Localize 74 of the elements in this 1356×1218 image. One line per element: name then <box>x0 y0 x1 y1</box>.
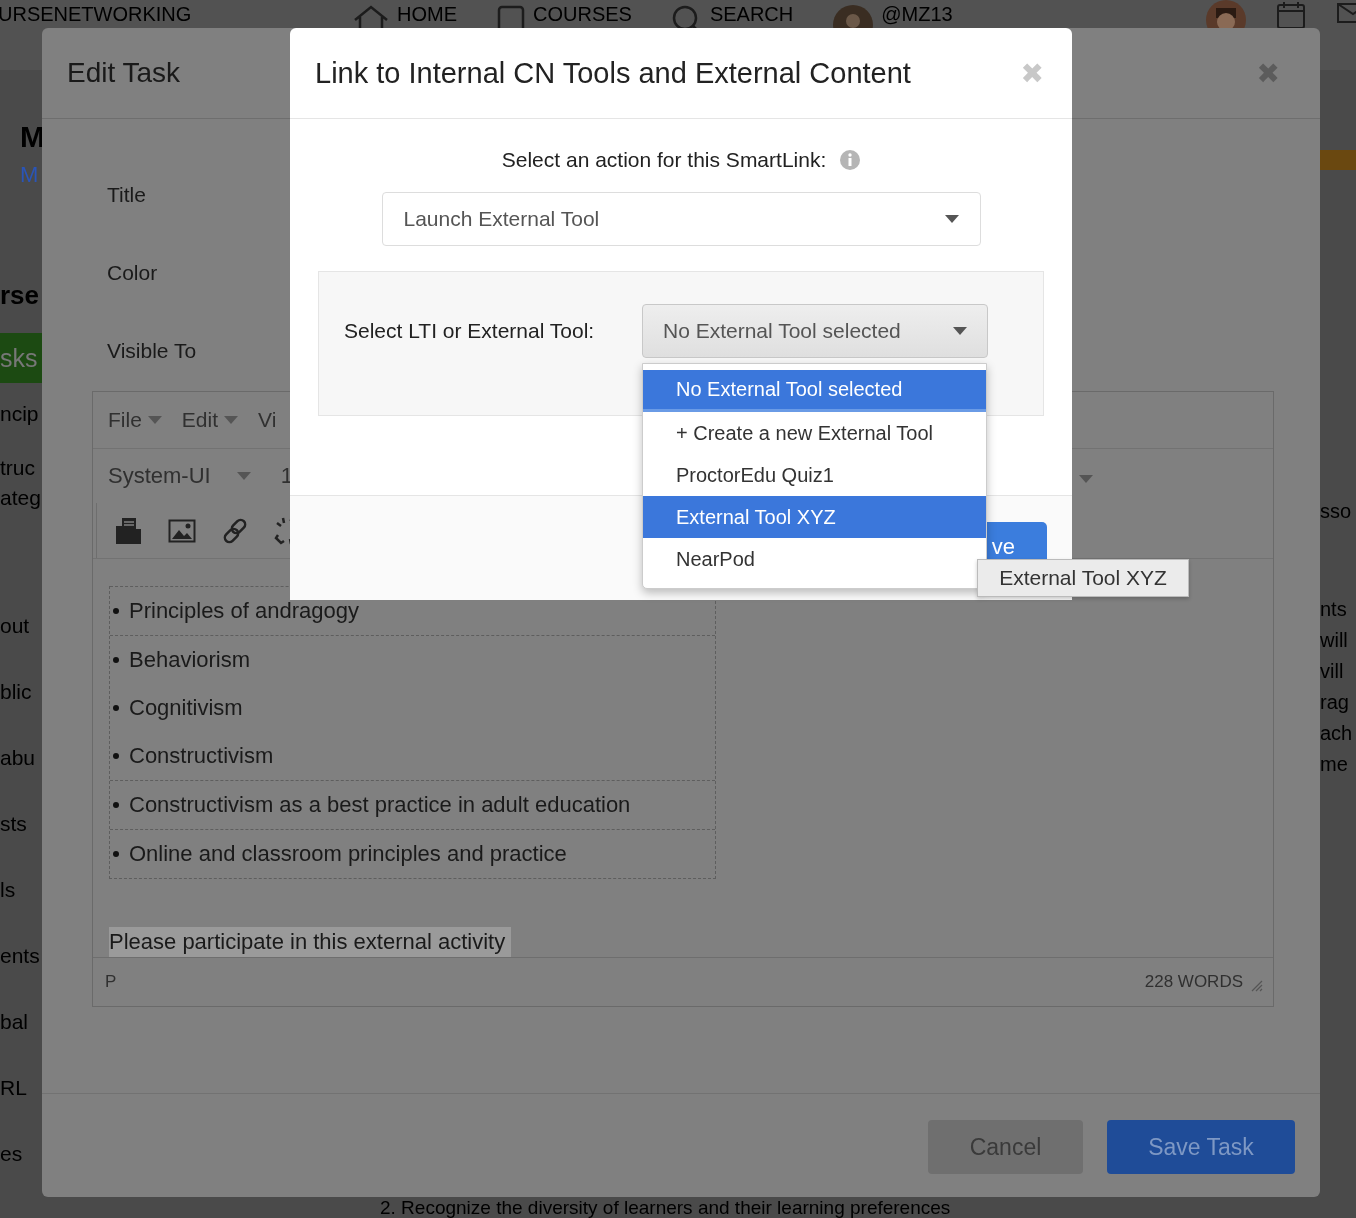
sidebar-item[interactable]: blic <box>0 680 32 704</box>
nav-link[interactable]: HOME <box>397 3 457 25</box>
mail-icon[interactable] <box>1336 0 1356 24</box>
caret-icon <box>953 327 967 335</box>
caret-icon <box>944 215 959 223</box>
sidebar-item[interactable]: abu <box>0 746 36 770</box>
menu-item[interactable]: File <box>108 407 162 432</box>
calendar-icon[interactable] <box>1276 0 1306 30</box>
dialog-title: Link to Internal CN Tools and External Content <box>315 56 911 90</box>
sidebar-item[interactable]: ents <box>0 944 40 968</box>
dropdown-option[interactable]: + Create a new External Tool <box>643 412 986 454</box>
caret-icon <box>236 472 251 481</box>
image-icon[interactable] <box>168 518 196 543</box>
section-heading: sso <box>1320 500 1353 523</box>
description-line: vill <box>1320 660 1345 683</box>
list-item: Cognitivism <box>129 695 243 722</box>
close-button[interactable]: ✖ <box>1256 56 1280 90</box>
list-item: Principles of andragogy <box>129 598 359 625</box>
field-label: Color <box>107 261 159 286</box>
sidebar-item[interactable]: ateg <box>0 486 41 510</box>
bullet-icon <box>113 608 119 615</box>
field-label: Title <box>107 183 147 208</box>
list-item: Behaviorism <box>129 647 251 674</box>
nav-link[interactable]: COURSES <box>533 3 632 25</box>
dropdown-option[interactable]: No External Tool selected <box>643 370 986 412</box>
description-line: me <box>1320 753 1349 776</box>
list-item: Constructivism <box>129 743 274 770</box>
dropdown-option[interactable]: ProctorEdu Quiz1 <box>643 454 986 496</box>
sidebar-item[interactable]: truc <box>0 456 35 480</box>
font-dropdown[interactable]: System-UI <box>108 463 251 490</box>
description-line: will <box>1320 629 1349 652</box>
menu-item[interactable]: Vi <box>258 407 277 432</box>
caret-icon <box>1079 475 1093 484</box>
sidebar-item[interactable]: out <box>0 614 30 638</box>
list-item: Online and classroom principles and practice <box>129 841 567 868</box>
action-dropdown[interactable]: Launch External Tool <box>381 192 981 246</box>
bullet-icon <box>113 753 119 760</box>
sidebar-item[interactable]: ls <box>0 878 16 902</box>
tool-dropdown[interactable]: No External Tool selected <box>642 304 988 358</box>
description-line: nts <box>1320 598 1348 621</box>
resize-grip-icon[interactable] <box>1251 980 1263 993</box>
sidebar-item[interactable]: sts <box>0 812 27 836</box>
bullet-icon <box>113 851 119 858</box>
field-label: Visible To <box>107 339 198 364</box>
nav-link[interactable]: @MZ13 <box>881 3 953 25</box>
description-line: rag <box>1320 691 1350 714</box>
save-button[interactable]: Save Task <box>1107 1120 1295 1174</box>
link-icon[interactable] <box>221 516 249 545</box>
nav-link[interactable]: SEARCH <box>709 3 794 25</box>
dropdown-option[interactable]: External Tool XYZ <box>643 496 986 538</box>
element-path: P <box>105 972 117 993</box>
bullet-icon <box>113 802 119 809</box>
action-label: Select an action for this SmartLink: <box>501 148 827 172</box>
description-line: ach <box>1320 722 1354 745</box>
site-brand[interactable]: URSENETWORKING <box>0 0 353 25</box>
objective-text: 2. Recognize the diversity of learners and their learning preferences <box>380 1198 951 1218</box>
list-item: Constructivism as a best practice in adult education <box>129 792 631 819</box>
sidebar-item[interactable]: ncip <box>0 402 39 426</box>
sidebar-item[interactable]: es <box>0 1142 23 1166</box>
caret-icon <box>224 415 239 424</box>
menu-item[interactable]: Edit <box>181 407 239 432</box>
dialog-title: Edit Task <box>67 57 181 89</box>
highlighted-text: Please participate in this external activity <box>109 927 512 958</box>
folder-icon[interactable] <box>115 516 143 545</box>
sidebar-item[interactable]: bal <box>0 1010 29 1034</box>
caret-icon <box>147 415 162 424</box>
tool-label: Select LTI or External Tool: <box>344 319 596 343</box>
sidebar-item[interactable]: RL <box>0 1076 27 1100</box>
bullet-icon <box>113 657 119 664</box>
word-count: 228 WORDS <box>1144 972 1243 993</box>
bullet-icon <box>113 705 119 712</box>
tooltip: External Tool XYZ <box>977 559 1189 597</box>
sidebar-item[interactable]: rse <box>0 279 40 311</box>
close-button[interactable]: ✖ <box>1020 56 1044 90</box>
